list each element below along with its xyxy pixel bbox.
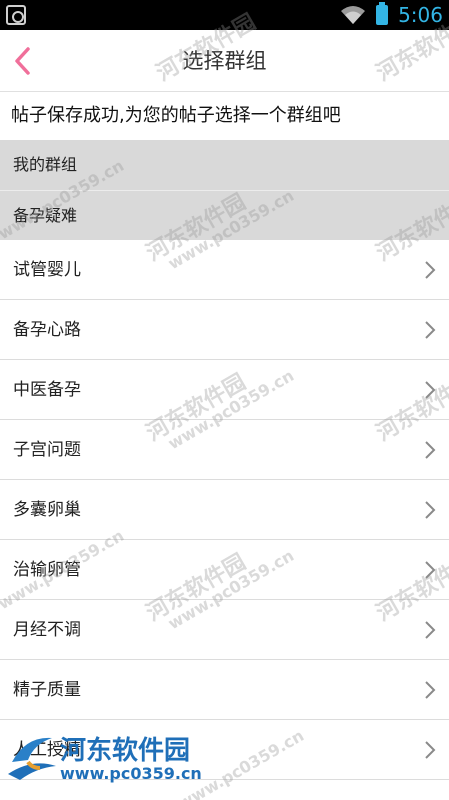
list-item-label: 精子质量 (13, 680, 81, 700)
status-time: 5:06 (398, 3, 443, 27)
chevron-right-icon (425, 561, 436, 579)
list-item[interactable]: 试管婴儿 (0, 240, 449, 300)
status-right: 5:06 (340, 0, 443, 30)
chevron-right-icon (425, 321, 436, 339)
list-item-label: 备孕心路 (13, 320, 81, 340)
save-success-notice: 帖子保存成功,为您的帖子选择一个群组吧 (0, 92, 449, 140)
status-bar: 5:06 (0, 0, 449, 30)
list-item[interactable]: 精子质量 (0, 660, 449, 720)
page-title: 选择群组 (182, 49, 267, 73)
chevron-right-icon (425, 621, 436, 639)
chevron-right-icon (425, 261, 436, 279)
battery-icon (376, 2, 389, 25)
wifi-icon (341, 6, 366, 24)
section-fertility-questions: 备孕疑难 (0, 190, 449, 240)
list-item[interactable]: 多囊卵巢 (0, 480, 449, 540)
list-item-label: 月经不调 (13, 620, 81, 640)
list-item-label: 子宫问题 (13, 440, 81, 460)
back-button[interactable] (6, 41, 46, 81)
list-item-label: 多囊卵巢 (13, 500, 81, 520)
chevron-right-icon (425, 741, 436, 759)
chevron-right-icon (425, 441, 436, 459)
group-list: 试管婴儿 备孕心路 中医备孕 子宫问题 多囊卵巢 治输卵管 月经不调 精子质量 … (0, 240, 449, 780)
list-item[interactable]: 子宫问题 (0, 420, 449, 480)
chevron-right-icon (425, 681, 436, 699)
list-item-label: 试管婴儿 (13, 260, 81, 280)
header-bar: 选择群组 (0, 30, 449, 92)
section-my-groups: 我的群组 (0, 140, 449, 190)
list-item[interactable]: 人工授精 (0, 720, 449, 780)
list-item[interactable]: 治输卵管 (0, 540, 449, 600)
screenshot-icon (6, 5, 26, 25)
list-item-label: 治输卵管 (13, 560, 81, 580)
chevron-right-icon (425, 381, 436, 399)
list-item[interactable]: 备孕心路 (0, 300, 449, 360)
chevron-left-icon (15, 47, 30, 75)
chevron-right-icon (425, 501, 436, 519)
list-item[interactable]: 月经不调 (0, 600, 449, 660)
list-item-label: 中医备孕 (13, 380, 81, 400)
list-item[interactable]: 中医备孕 (0, 360, 449, 420)
list-item-label: 人工授精 (13, 740, 81, 760)
